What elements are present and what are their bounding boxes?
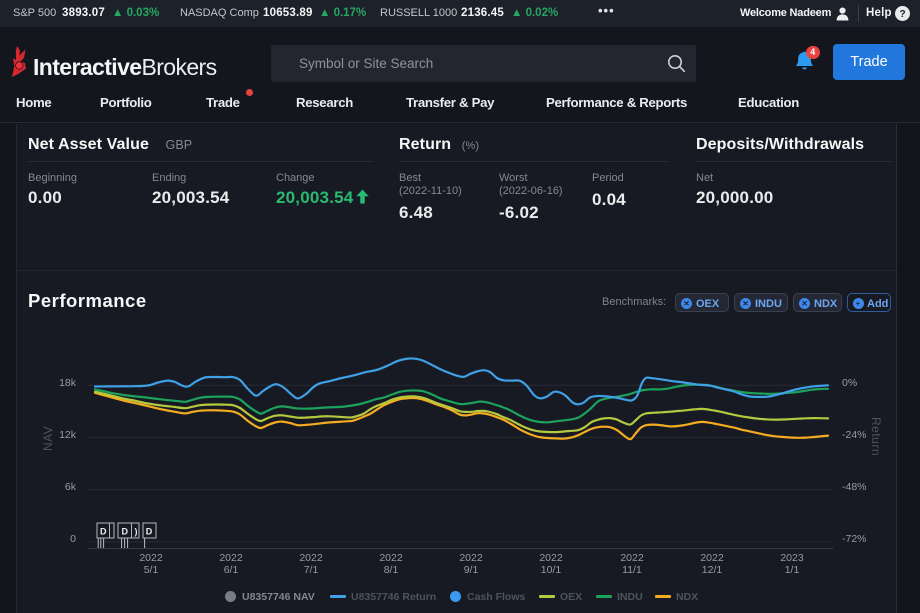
- svg-text:D: D: [100, 527, 107, 537]
- svg-text:D: D: [146, 527, 153, 537]
- svg-text:): ): [135, 527, 138, 537]
- svg-text:D: D: [122, 527, 129, 537]
- svg-text:?: ?: [899, 9, 905, 20]
